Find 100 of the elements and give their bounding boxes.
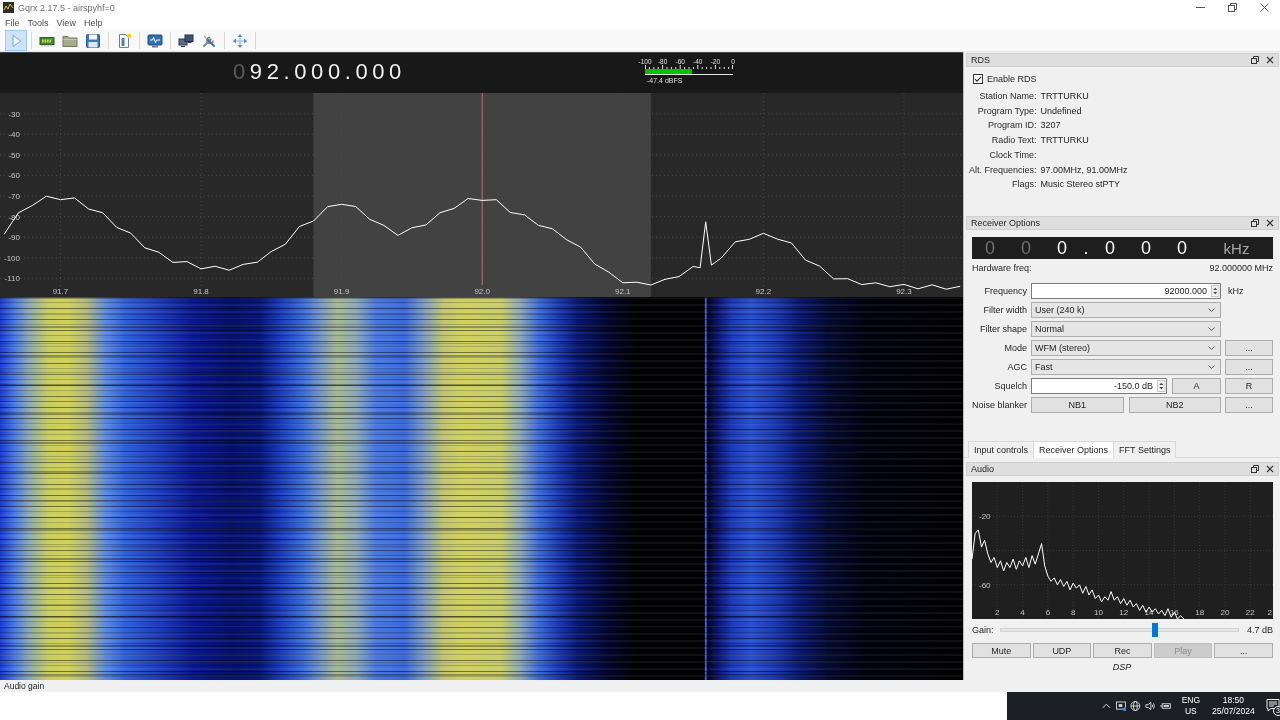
axis-label: -110 [4, 274, 20, 284]
display-digit: 0 [1020, 237, 1032, 259]
checkbox[interactable] [973, 73, 983, 84]
menu-item[interactable]: Help [83, 17, 103, 28]
display-digit: 0 [1056, 237, 1068, 259]
axis-label: 22 [1245, 608, 1255, 617]
close-icon[interactable] [1259, 3, 1269, 12]
tab[interactable]: Input controls [968, 441, 1035, 458]
restore-icon[interactable] [1227, 3, 1237, 12]
push-button[interactable]: ... [1225, 340, 1273, 356]
clock-date[interactable]: 25/07/2024 [1212, 706, 1255, 717]
field-label: Mode [1003, 342, 1028, 355]
field-label: Station Name: [978, 90, 1037, 103]
push-button[interactable]: ... [1225, 359, 1273, 375]
chevron-icon [1208, 308, 1215, 312]
field-label: AGC [1006, 361, 1028, 374]
float-icon[interactable] [1251, 465, 1259, 473]
menu-item[interactable]: Tools [27, 17, 49, 28]
push-button[interactable]: ... [1214, 643, 1273, 658]
axis-label: -40 [8, 130, 20, 140]
float-icon[interactable] [1251, 56, 1259, 64]
dropdown[interactable]: Normal [1031, 321, 1221, 337]
field-value: 92.000000 MHz [1209, 263, 1273, 273]
close-icon[interactable] [1266, 56, 1274, 64]
unit-label: kHz [1227, 285, 1244, 298]
input-region[interactable]: US [1184, 706, 1197, 717]
tab[interactable]: FFT Settings [1113, 441, 1177, 458]
field-value: 3207 [1040, 119, 1062, 133]
chevron-icon [1208, 327, 1215, 331]
axis-label: -60 [979, 580, 991, 590]
tab[interactable]: Receiver Options [1033, 441, 1115, 458]
input-language[interactable]: ENG [1181, 695, 1201, 706]
close-icon[interactable] [1266, 219, 1274, 227]
close-icon[interactable] [1266, 465, 1274, 473]
axis-label: -50 [8, 150, 20, 160]
field-label: Filter shape [979, 323, 1028, 336]
field-label: Filter width [982, 304, 1028, 317]
axis-label: -100 [4, 253, 20, 263]
display-digit: 0 [1104, 237, 1116, 259]
chevron-icon [1208, 346, 1215, 350]
field-label: Squelch [993, 380, 1028, 393]
field-label: Radio Text: [990, 134, 1037, 148]
spin-arrows-icon[interactable] [1156, 378, 1167, 394]
notification-icon[interactable] [1265, 698, 1280, 712]
axis-label: 91.8 [193, 287, 209, 296]
move-arrows-icon [232, 32, 248, 49]
gain-reading: 4.7 dB [1246, 625, 1273, 635]
field-label: Noise blanker [972, 399, 1028, 412]
app-icon [3, 2, 14, 13]
display-separator: . [1082, 237, 1090, 259]
push-button[interactable]: ... [1225, 397, 1273, 413]
spin-arrows-icon[interactable] [1210, 283, 1221, 299]
field-label: Program ID: [987, 119, 1037, 133]
battery-icon[interactable] [1159, 700, 1171, 712]
frequency-readout[interactable]: 92.000.000 [249, 59, 406, 85]
push-button[interactable]: NB1 [1031, 397, 1124, 413]
field-label: Flags: [1011, 178, 1037, 192]
axis-label: 6 [1045, 608, 1051, 617]
display-digit: 0 [1140, 237, 1152, 259]
dropdown[interactable]: WFM (stereo) [1031, 340, 1221, 356]
slider-thumb[interactable] [1151, 623, 1158, 637]
display-icon[interactable] [1115, 700, 1127, 712]
globe-icon[interactable] [1130, 700, 1142, 712]
axis-label: 18 [1195, 608, 1205, 617]
push-button[interactable]: NB2 [1128, 397, 1221, 413]
push-button[interactable]: Mute [972, 643, 1031, 658]
computers-icon [178, 32, 194, 49]
dropdown[interactable]: User (240 k) [1031, 302, 1221, 318]
panel-title: Receiver Options [971, 218, 1041, 228]
axis-label: 2 [1267, 608, 1272, 617]
push-button[interactable]: R [1225, 378, 1273, 394]
axis-label: -90 [8, 233, 20, 243]
axis-label: 91.7 [52, 287, 69, 296]
axis-label: 14 [1144, 608, 1154, 617]
axis-label: 92.3 [896, 287, 912, 296]
axis-label: 20 [1220, 608, 1230, 617]
push-button[interactable]: A [1172, 378, 1221, 394]
menu-item[interactable]: File [5, 17, 20, 28]
push-button[interactable]: Rec [1093, 643, 1152, 658]
field-label: Frequency [983, 285, 1028, 298]
float-icon[interactable] [1251, 219, 1259, 227]
axis-label: 92.2 [755, 287, 772, 296]
display-digit: 0 [984, 237, 996, 259]
gain-label: Gain: [972, 625, 994, 635]
field-label: Clock Time: [988, 148, 1037, 162]
field-value: 97.00MHz, 91.00MHz [1040, 163, 1129, 177]
axis-label: 4 [1020, 608, 1025, 617]
dropdown[interactable]: Fast [1031, 359, 1221, 375]
checkbox-label[interactable]: Enable RDS [987, 73, 1037, 84]
axis-label: 92.0 [474, 287, 490, 296]
clock-time[interactable]: 18:50 [1222, 695, 1244, 706]
push-button[interactable]: UDP [1032, 643, 1092, 658]
axis-label: -30 [8, 109, 20, 119]
menu-item[interactable]: View [56, 17, 76, 28]
speaker-icon[interactable] [1145, 700, 1156, 712]
axis-label: 10 [1094, 608, 1103, 617]
field-value: TRTTURKU [1040, 90, 1090, 103]
axis-label: 2 [995, 608, 1000, 617]
axis-label: 16 [1169, 608, 1179, 617]
window-title: Gqrx 2.17.5 - airspyhf=0 [18, 2, 115, 13]
